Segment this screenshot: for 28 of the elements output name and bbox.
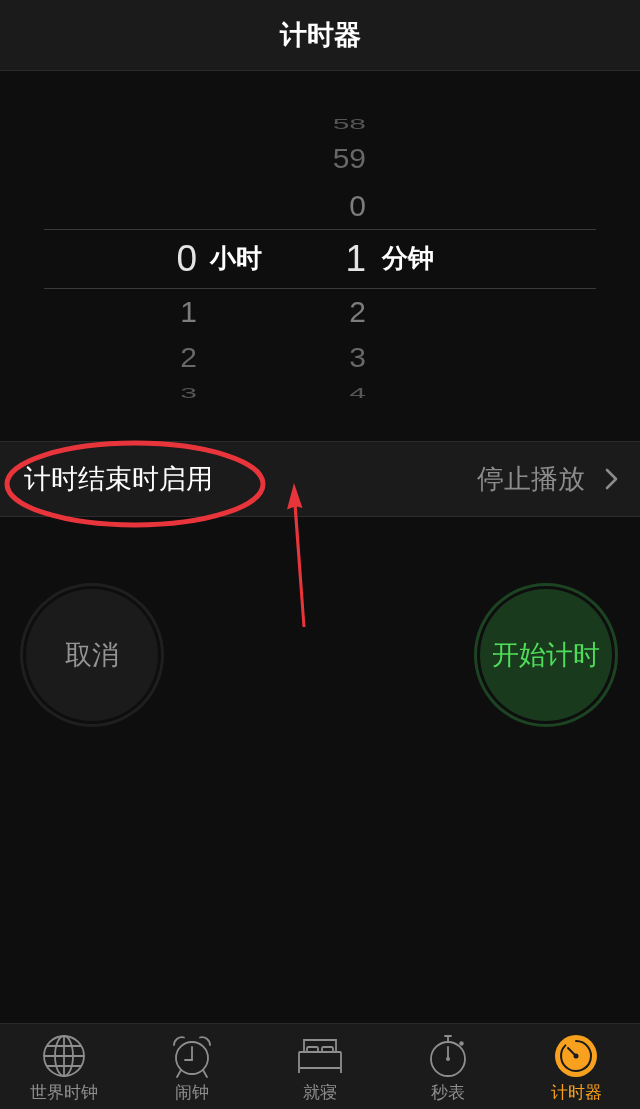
globe-icon [40, 1032, 88, 1080]
tab-item[interactable]: 秒表 [384, 1024, 512, 1109]
page-title: 计时器 [279, 18, 361, 52]
setting-label: 计时结束时启用 [24, 462, 213, 496]
tab-item[interactable]: 计时器 [512, 1024, 640, 1109]
picker-number: 2 [180, 344, 197, 372]
timer-end-setting-row[interactable]: 计时结束时启用 停止播放 [0, 441, 640, 517]
selected-number: 1 [345, 240, 366, 277]
setting-value: 停止播放 [477, 462, 585, 496]
picker-number: 1 [180, 296, 197, 327]
tab-item[interactable]: 闹钟 [128, 1024, 256, 1109]
picker-number: 58 [332, 116, 366, 132]
unit-label: 小时 [210, 242, 262, 275]
picker-number: 2 [349, 296, 366, 327]
picker-number: 0 [349, 190, 366, 221]
picker-number: 59 [332, 145, 366, 173]
start-button[interactable]: 开始计时 [474, 583, 618, 727]
selected-number: 0 [176, 240, 197, 277]
chevron-right-icon [605, 468, 618, 490]
picker-number: 3 [349, 344, 366, 372]
cancel-button[interactable]: 取消 [20, 583, 164, 727]
picker-number: 3 [180, 385, 197, 401]
picker-number: 4 [349, 385, 366, 401]
unit-label: 分钟 [382, 242, 434, 275]
tab-item[interactable]: 世界时钟 [0, 1024, 128, 1109]
tab-item[interactable]: 就寝 [256, 1024, 384, 1109]
timer-icon [552, 1032, 600, 1080]
time-picker[interactable]: 0 小时 1 2 3 58 59 0 1 分钟 2 3 4 [0, 71, 640, 441]
